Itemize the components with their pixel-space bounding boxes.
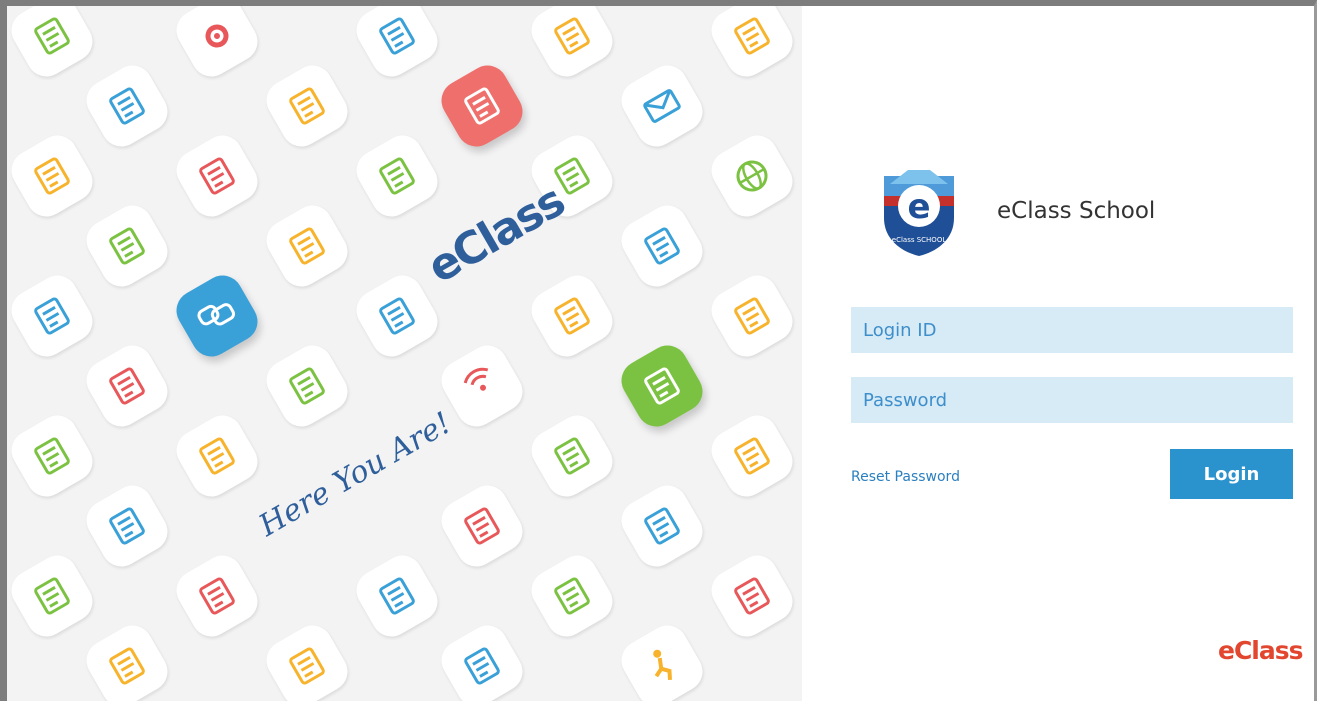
printer-paper-icon: [109, 647, 145, 685]
tablet-edit-icon: [464, 87, 500, 125]
hero-tile: [704, 548, 800, 644]
hero-tile: [524, 548, 620, 644]
hero-tile: [349, 128, 445, 224]
hero-tile: [79, 198, 175, 294]
hero-tile: [7, 548, 100, 644]
smile-calendar-icon: [289, 227, 325, 265]
message-tablet-icon: [464, 647, 500, 685]
shield-doc-icon: [34, 577, 70, 615]
contact-card-icon: [464, 507, 500, 545]
hero-tile: [169, 128, 265, 224]
calendar-grid-icon: [289, 87, 325, 125]
video-icon: [554, 297, 590, 335]
hero-tile: [169, 268, 265, 364]
wireless-icon: [463, 367, 489, 391]
hero-tile: [524, 408, 620, 504]
running-person-icon: [653, 649, 672, 680]
hero-tile: [259, 198, 355, 294]
calendar-check-icon: [379, 157, 415, 195]
profile-folder-icon: [34, 157, 70, 195]
hero-tile: [7, 408, 100, 504]
hero-tile: [524, 6, 620, 84]
hero-tile: [349, 268, 445, 364]
gear-icon: [205, 24, 229, 48]
login-id-input[interactable]: [851, 307, 1293, 353]
certificate-icon: [554, 17, 590, 55]
hero-tile: [614, 478, 710, 574]
hero-tile: [434, 478, 530, 574]
student-reading-icon: [199, 157, 235, 195]
search-map-icon: [554, 437, 590, 475]
hero-panel: eClass Here You Are!: [7, 6, 802, 701]
hero-tile: [79, 338, 175, 434]
hero-tile: [79, 58, 175, 154]
shopping-cart-icon: [379, 17, 415, 55]
chart-document-icon: [734, 17, 770, 55]
hero-tile: [79, 618, 175, 701]
globe-icon: [736, 160, 768, 192]
mail-icon: [643, 89, 681, 123]
hero-tile: [7, 268, 100, 364]
hero-tile: [349, 548, 445, 644]
id-card-icon: [109, 87, 145, 125]
share-document-icon: [734, 297, 770, 335]
school-crest-logo: e eClass SCHOOL: [884, 170, 954, 256]
printer-icon: [34, 297, 70, 335]
badge-icon: [644, 227, 680, 265]
trolley-icon: [109, 227, 145, 265]
login-panel: e eClass SCHOOL eClass School Reset Pass…: [802, 6, 1314, 701]
plant-icon: [34, 17, 70, 55]
hero-tile: [434, 58, 530, 154]
microscope-icon: [734, 577, 770, 615]
hero-tile: [169, 6, 265, 84]
hero-tile: [169, 548, 265, 644]
stack-papers-icon: [554, 577, 590, 615]
hero-tile: [7, 128, 100, 224]
login-button[interactable]: Login: [1170, 449, 1293, 499]
school-name: eClass School: [997, 198, 1156, 224]
hero-tile: [614, 198, 710, 294]
hero-tile: [259, 58, 355, 154]
footer-eclass-logo: eClass: [1218, 636, 1304, 665]
password-input[interactable]: [851, 377, 1293, 423]
hero-tile: [434, 338, 530, 434]
hero-tile: [259, 618, 355, 701]
hero-eclass-logo: eClass: [419, 175, 573, 294]
wifi-doc-icon: [734, 437, 770, 475]
checklist-calendar-icon: [289, 367, 325, 405]
hero-tile: [704, 408, 800, 504]
form-icon: [109, 367, 145, 405]
hero-tile: [704, 6, 800, 84]
hero-tagline: Here You Are!: [253, 405, 458, 544]
school-badge-letter: e: [907, 187, 930, 227]
hero-tile: [704, 268, 800, 364]
report-icon: [644, 367, 680, 405]
timetable-icon: [109, 507, 145, 545]
hero-tile: [524, 268, 620, 364]
hero-tile: [259, 338, 355, 434]
document-edit-icon: [379, 297, 415, 335]
hero-tile: [614, 338, 710, 434]
hero-tile: [169, 408, 265, 504]
notes-icon: [289, 647, 325, 685]
hero-tile: [434, 618, 530, 701]
quiz-icon: [644, 507, 680, 545]
school-badge-text: eClass SCHOOL: [892, 236, 947, 244]
pie-report-icon: [34, 437, 70, 475]
grade-paper-icon: [199, 437, 235, 475]
book-icon: [199, 577, 235, 615]
chat-bubbles-icon: [197, 303, 236, 326]
hero-tile: [79, 478, 175, 574]
hero-tile: [704, 128, 800, 224]
hero-tile: [7, 6, 100, 84]
hero-tile: [614, 58, 710, 154]
hero-tile: [614, 618, 710, 701]
folder-icon: [379, 577, 415, 615]
reset-password-link[interactable]: Reset Password: [851, 469, 960, 485]
hero-tile: [349, 6, 445, 84]
